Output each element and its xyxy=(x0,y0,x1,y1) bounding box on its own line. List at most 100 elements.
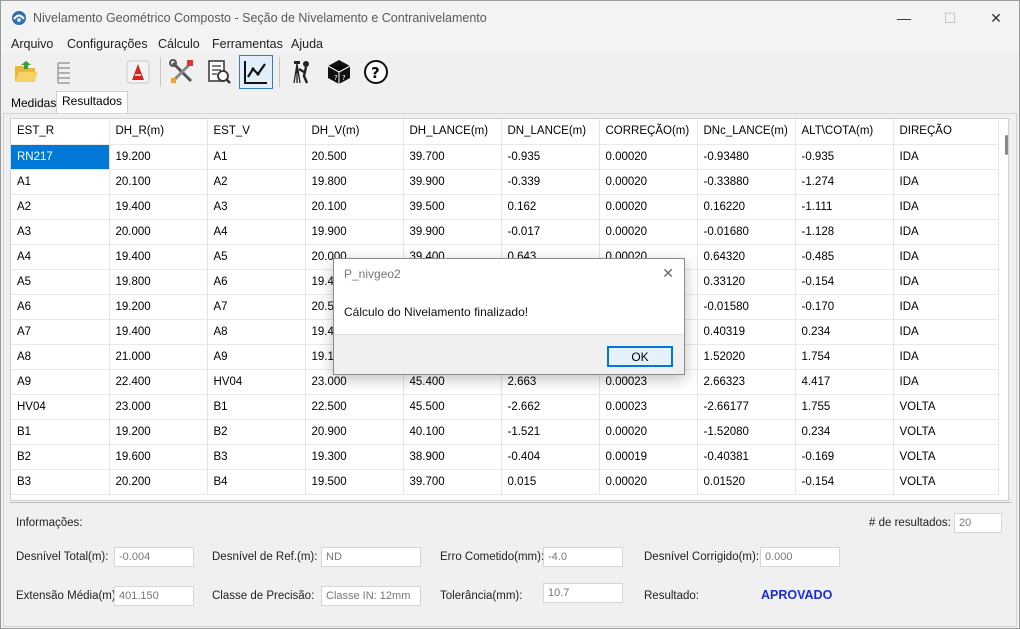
table-cell[interactable]: 0.162 xyxy=(501,194,600,220)
table-cell[interactable]: IDA xyxy=(893,144,999,170)
table-cell[interactable]: 20.100 xyxy=(109,169,208,195)
table-cell[interactable]: 19.900 xyxy=(305,219,404,245)
table-cell[interactable]: 0.00020 xyxy=(599,144,698,170)
table-row[interactable]: RN217 19.200 A1 20.500 39.700 -0.935 0.00020 -0… xyxy=(11,144,999,170)
scrollbar-thumb[interactable] xyxy=(1005,135,1008,155)
table-cell[interactable]: -0.935 xyxy=(795,144,894,170)
table-cell[interactable]: -0.33880 xyxy=(697,169,796,195)
table-cell[interactable]: IDA xyxy=(893,219,999,245)
extensao-field[interactable]: 401.150 xyxy=(114,586,194,606)
table-cell[interactable]: A4 xyxy=(207,219,306,245)
table-cell[interactable]: 19.800 xyxy=(109,269,208,295)
table-cell[interactable]: A6 xyxy=(11,294,110,320)
table-cell[interactable]: 20.100 xyxy=(305,194,404,220)
table-cell[interactable]: VOLTA xyxy=(893,469,999,495)
tab-medidas[interactable]: Medidas xyxy=(6,94,61,113)
table-cell[interactable]: -0.01580 xyxy=(697,294,796,320)
table-cell[interactable]: VOLTA xyxy=(893,444,999,470)
desnivel-ref-field[interactable]: ND xyxy=(321,547,421,567)
help-button[interactable]: ? xyxy=(359,55,393,89)
table-cell[interactable]: IDA xyxy=(893,294,999,320)
table-cell[interactable]: 21.000 xyxy=(109,344,208,370)
menu-configuracoes[interactable]: Configurações xyxy=(67,37,148,51)
table-cell[interactable]: 19.800 xyxy=(305,169,404,195)
table-cell[interactable]: 0.00020 xyxy=(599,419,698,445)
vertical-scrollbar[interactable] xyxy=(1004,121,1008,500)
pdf-button[interactable] xyxy=(121,55,155,89)
table-cell[interactable]: 19.200 xyxy=(109,419,208,445)
table-cell[interactable]: -0.170 xyxy=(795,294,894,320)
table-cell[interactable]: 0.00020 xyxy=(599,219,698,245)
table-cell[interactable]: 4.417 xyxy=(795,369,894,395)
col-header-correcao[interactable]: CORREÇÃO(m) xyxy=(599,119,698,145)
table-cell[interactable]: -1.274 xyxy=(795,169,894,195)
table-cell[interactable]: IDA xyxy=(893,344,999,370)
table-cell[interactable]: 0.00020 xyxy=(599,469,698,495)
table-cell[interactable]: 2.66323 xyxy=(697,369,796,395)
table-cell[interactable]: -0.93480 xyxy=(697,144,796,170)
table-cell[interactable]: -1.128 xyxy=(795,219,894,245)
table-cell[interactable]: 20.200 xyxy=(109,469,208,495)
table-cell[interactable]: 0.234 xyxy=(795,319,894,345)
table-cell[interactable]: B2 xyxy=(207,419,306,445)
table-cell[interactable]: 20.500 xyxy=(305,144,404,170)
table-row[interactable]: HV04 23.000 B1 22.500 45.500 -2.662 0.00023 -2.… xyxy=(11,394,999,420)
open-folder-button[interactable] xyxy=(9,55,43,89)
report-search-button[interactable] xyxy=(202,55,236,89)
table-cell[interactable]: A3 xyxy=(11,219,110,245)
table-cell[interactable]: A2 xyxy=(207,169,306,195)
chart-button[interactable] xyxy=(239,55,273,89)
table-cell[interactable]: A5 xyxy=(207,244,306,270)
table-cell[interactable]: 19.400 xyxy=(109,319,208,345)
table-cell[interactable]: HV04 xyxy=(207,369,306,395)
table-cell[interactable]: A8 xyxy=(11,344,110,370)
cube-button[interactable]: ? ? xyxy=(322,55,356,89)
table-cell[interactable]: 19.200 xyxy=(109,144,208,170)
table-cell[interactable]: 19.300 xyxy=(305,444,404,470)
table-cell[interactable]: 23.000 xyxy=(109,394,208,420)
table-cell[interactable]: 19.500 xyxy=(305,469,404,495)
table-cell[interactable]: A2 xyxy=(11,194,110,220)
table-cell[interactable]: A4 xyxy=(11,244,110,270)
table-cell[interactable]: -0.935 xyxy=(501,144,600,170)
table-cell[interactable]: -0.154 xyxy=(795,269,894,295)
table-row[interactable]: A2 19.400 A3 20.100 39.500 0.162 0.00020 0.1622… xyxy=(11,194,999,220)
table-cell[interactable]: VOLTA xyxy=(893,419,999,445)
table-cell[interactable]: A9 xyxy=(11,369,110,395)
menu-ferramentas[interactable]: Ferramentas xyxy=(212,37,283,51)
menu-arquivo[interactable]: Arquivo xyxy=(11,37,53,51)
table-cell[interactable]: -1.52080 xyxy=(697,419,796,445)
table-cell[interactable]: -2.662 xyxy=(501,394,600,420)
col-header-direcao[interactable]: DIREÇÃO xyxy=(893,119,999,145)
col-header-dnc-lance[interactable]: DNc_LANCE(m) xyxy=(697,119,796,145)
table-cell[interactable]: -2.66177 xyxy=(697,394,796,420)
table-row[interactable]: A1 20.100 A2 19.800 39.900 -0.339 0.00020 -0.33… xyxy=(11,169,999,195)
table-cell[interactable]: IDA xyxy=(893,194,999,220)
table-cell[interactable]: 0.234 xyxy=(795,419,894,445)
table-row[interactable]: A3 20.000 A4 19.900 39.900 -0.017 0.00020 -0.01… xyxy=(11,219,999,245)
table-cell[interactable]: VOLTA xyxy=(893,394,999,420)
table-cell[interactable]: 39.900 xyxy=(403,169,502,195)
table-cell[interactable]: B4 xyxy=(207,469,306,495)
table-cell[interactable]: 22.500 xyxy=(305,394,404,420)
table-cell[interactable]: 19.400 xyxy=(109,194,208,220)
table-cell[interactable]: 45.500 xyxy=(403,394,502,420)
table-cell[interactable]: -0.154 xyxy=(795,469,894,495)
col-header-dh-lance[interactable]: DH_LANCE(m) xyxy=(403,119,502,145)
col-header-dh-r[interactable]: DH_R(m) xyxy=(109,119,208,145)
table-cell[interactable]: -0.40381 xyxy=(697,444,796,470)
table-cell[interactable]: 0.40319 xyxy=(697,319,796,345)
table-cell[interactable]: 19.400 xyxy=(109,244,208,270)
table-cell[interactable]: 20.900 xyxy=(305,419,404,445)
table-cell[interactable]: B1 xyxy=(207,394,306,420)
maximize-button[interactable]: ☐ xyxy=(927,1,973,35)
table-cell[interactable]: 0.64320 xyxy=(697,244,796,270)
table-cell[interactable]: 0.00019 xyxy=(599,444,698,470)
tab-resultados[interactable]: Resultados xyxy=(56,91,129,113)
table-row[interactable]: B1 19.200 B2 20.900 40.100 -1.521 0.00020 -1.52… xyxy=(11,419,999,445)
dialog-close-icon[interactable]: ✕ xyxy=(662,265,674,282)
table-cell[interactable]: IDA xyxy=(893,369,999,395)
menu-ajuda[interactable]: Ajuda xyxy=(291,37,323,51)
table-cell[interactable]: 0.01520 xyxy=(697,469,796,495)
desnivel-total-field[interactable]: -0.004 xyxy=(114,547,194,567)
